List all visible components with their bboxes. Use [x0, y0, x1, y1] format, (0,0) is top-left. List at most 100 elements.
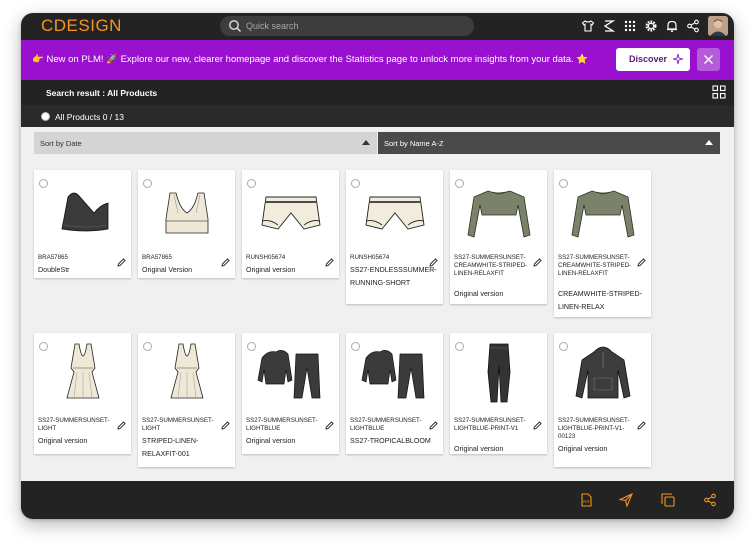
close-banner-button[interactable] — [697, 48, 720, 71]
product-select-radio[interactable] — [455, 179, 464, 188]
product-card[interactable]: SS27-SUMMERSUNSET-LIGHT STRIPED-LINEN-REL… — [138, 333, 235, 467]
product-code: SS27-SUMMERSUNSET-LIGHT — [38, 417, 110, 432]
product-name: Original version — [246, 437, 296, 445]
product-code: SS27-SUMMERSUNSET-LIGHT — [142, 417, 214, 432]
edit-pencil-icon[interactable] — [325, 254, 334, 267]
settings-gear-icon[interactable] — [644, 19, 658, 33]
running-shorts-image[interactable] — [256, 175, 326, 245]
product-select-radio[interactable] — [143, 342, 152, 351]
edit-pencil-icon[interactable] — [637, 417, 646, 430]
product-select-radio[interactable] — [559, 179, 568, 188]
edit-pencil-icon[interactable] — [637, 254, 646, 267]
footer-toolbar: PDF — [21, 481, 734, 519]
product-select-radio[interactable] — [351, 179, 360, 188]
product-card[interactable]: SS27-SUMMERSUNSET-CREAMWHITE-STRIPED-LIN… — [450, 170, 547, 304]
svg-text:PDF: PDF — [583, 500, 590, 504]
product-card[interactable]: RUNSH05674 SS27-ENDLESSSUMMER-RUNNING-SHO… — [346, 170, 443, 304]
edit-pencil-icon[interactable] — [221, 254, 230, 267]
send-icon[interactable] — [619, 493, 633, 507]
top-header: CDESIGN — [21, 13, 734, 40]
product-select-radio[interactable] — [247, 179, 256, 188]
one-shoulder-bra-image[interactable] — [48, 175, 118, 245]
share-icon[interactable] — [686, 19, 700, 33]
product-name: Original version — [454, 445, 504, 453]
edit-pencil-icon[interactable] — [533, 254, 542, 267]
sort-by-date[interactable]: Sort by Date — [34, 132, 377, 154]
edit-pencil-icon[interactable] — [117, 254, 126, 267]
tennis-dress-image[interactable] — [48, 338, 118, 408]
product-name: STRIPED-LINEN-RELAXFIT-001 — [142, 437, 199, 458]
quick-search[interactable] — [220, 16, 474, 36]
crop-long-sleeve-image[interactable] — [568, 175, 638, 245]
product-name: Original version — [558, 445, 608, 453]
duplicate-icon[interactable] — [661, 493, 675, 507]
app-window: CDESIGN 👉 New on PLM! 🚀 Explore our new,… — [21, 13, 734, 519]
product-card[interactable]: SS27-SUMMERSUNSET-CREAMWHITE-STRIPED-LIN… — [554, 170, 651, 317]
product-code: BRA57865 — [142, 254, 172, 261]
product-card[interactable]: SS27-SUMMERSUNSET-LIGHT Original version — [34, 333, 131, 454]
crop-long-sleeve-image[interactable] — [464, 175, 534, 245]
product-card[interactable]: SS27-SUMMERSUNSET-LIGHTBLUE-PRINT-V1-001… — [554, 333, 651, 467]
edit-pencil-icon[interactable] — [429, 417, 438, 430]
product-code: SS27-SUMMERSUNSET-CREAMWHITE-STRIPED-LIN… — [558, 254, 632, 277]
edit-pencil-icon[interactable] — [325, 417, 334, 430]
product-code: SS27-SUMMERSUNSET-LIGHTBLUE-PRINT-V1 — [454, 417, 526, 432]
product-card[interactable]: SS27-SUMMERSUNSET-LIGHTBLUE SS27-TROPICAL… — [346, 333, 443, 454]
search-result-title: Search result : All Products — [46, 88, 158, 98]
running-shorts-image[interactable] — [360, 175, 430, 245]
announcement-text: 👉 New on PLM! 🚀 Explore our new, clearer… — [32, 54, 589, 65]
product-name: Original version — [38, 437, 88, 445]
product-card[interactable]: SS27-SUMMERSUNSET-LIGHTBLUE-PRINT-V1 Orig… — [450, 333, 547, 454]
product-card[interactable]: BRA57865 Original Version — [138, 170, 235, 278]
user-avatar[interactable] — [708, 16, 728, 36]
product-select-radio[interactable] — [143, 179, 152, 188]
edit-pencil-icon[interactable] — [221, 417, 230, 430]
discover-label: Discover — [629, 54, 668, 64]
product-select-radio[interactable] — [39, 179, 48, 188]
announcement-banner: 👉 New on PLM! 🚀 Explore our new, clearer… — [21, 40, 734, 80]
sports-bra-image[interactable] — [152, 175, 222, 245]
product-select-radio[interactable] — [247, 342, 256, 351]
tshirt-icon[interactable] — [581, 19, 595, 33]
product-code: SS27-SUMMERSUNSET-CREAMWHITE-STRIPED-LIN… — [454, 254, 528, 277]
sort-by-name[interactable]: Sort by Name A-Z — [378, 132, 720, 154]
sparkle-icon — [672, 53, 684, 65]
sort-by-date-label: Sort by Date — [40, 139, 82, 148]
share-icon[interactable] — [703, 493, 717, 507]
quick-search-input[interactable] — [246, 18, 466, 34]
hoodie-set-image[interactable] — [360, 338, 430, 408]
product-name: SS27-ENDLESSSUMMER-RUNNING-SHORT — [350, 266, 437, 287]
edit-pencil-icon[interactable] — [117, 417, 126, 430]
product-select-radio[interactable] — [559, 342, 568, 351]
discover-button[interactable]: Discover — [616, 48, 690, 71]
product-code: RUNSH05674 — [246, 254, 286, 261]
product-code: SS27-SUMMERSUNSET-LIGHTBLUE — [350, 417, 422, 432]
notification-bell-icon[interactable] — [665, 19, 679, 33]
edit-pencil-icon[interactable] — [533, 417, 542, 430]
leggings-image[interactable] — [464, 338, 534, 408]
product-card[interactable]: SS27-SUMMERSUNSET-LIGHTBLUE Original vers… — [242, 333, 339, 454]
product-card[interactable]: RUNSH05674 Original version — [242, 170, 339, 278]
sort-arrow-up-icon — [705, 140, 713, 145]
product-select-radio[interactable] — [351, 342, 360, 351]
sort-arrow-up-icon — [362, 140, 370, 145]
flow-icon[interactable] — [602, 19, 616, 33]
product-name: DoubleStr — [38, 266, 70, 274]
edit-pencil-icon[interactable] — [429, 254, 438, 267]
product-select-radio[interactable] — [39, 342, 48, 351]
app-logo[interactable]: CDESIGN — [41, 16, 122, 36]
tennis-dress-image[interactable] — [152, 338, 222, 408]
select-all-bar: All Products 0 / 13 — [21, 105, 734, 127]
export-file-icon[interactable]: PDF — [579, 493, 593, 507]
anorak-jacket-image[interactable] — [568, 338, 638, 408]
select-all-radio[interactable] — [41, 112, 50, 121]
hoodie-set-image[interactable] — [256, 338, 326, 408]
product-select-radio[interactable] — [455, 342, 464, 351]
product-card[interactable]: BRA57865 DoubleStr — [34, 170, 131, 278]
select-all-label: All Products 0 / 13 — [55, 112, 124, 122]
product-code: SS27-SUMMERSUNSET-LIGHTBLUE — [246, 417, 318, 432]
product-name: CREAMWHITE-STRIPED-LINEN-RELAX — [558, 290, 642, 311]
grid-view-icon[interactable] — [712, 85, 726, 99]
close-icon — [704, 55, 713, 64]
apps-grid-icon[interactable] — [623, 19, 637, 33]
